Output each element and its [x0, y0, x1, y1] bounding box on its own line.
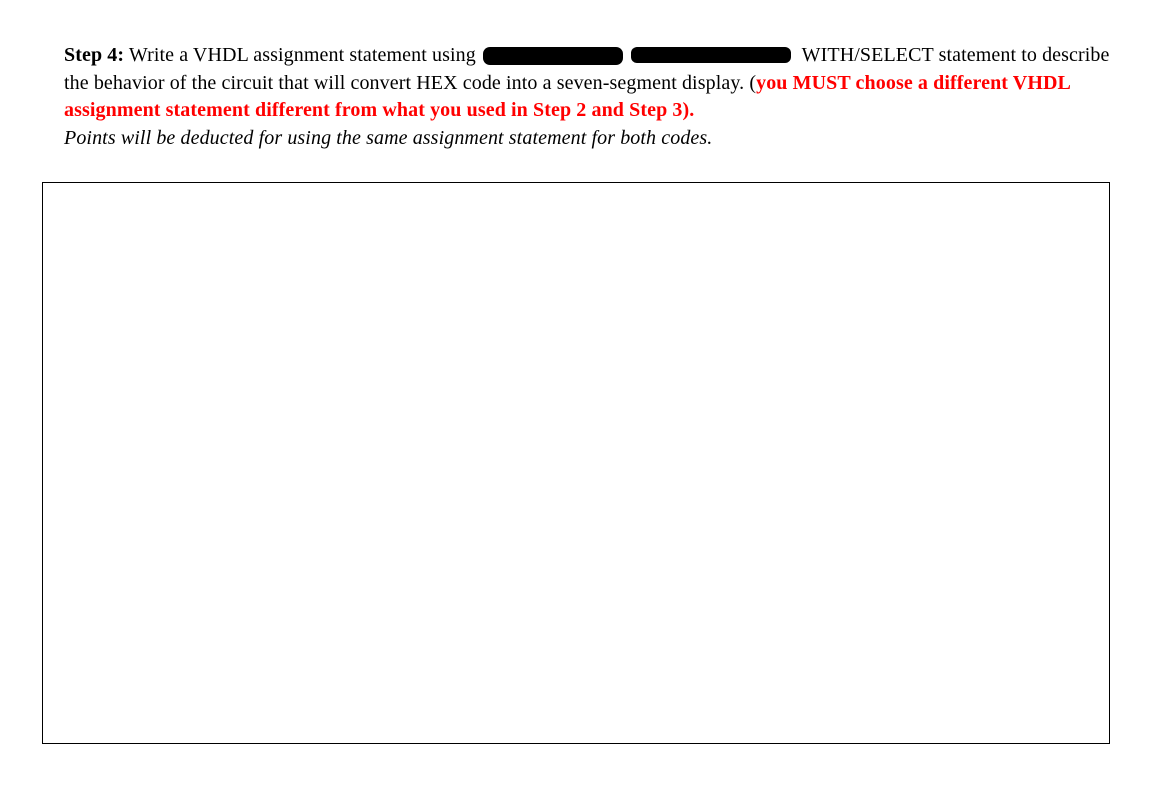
prompt-text-1: Write a VHDL assignment statement using [124, 44, 476, 66]
redaction-mark-1 [483, 47, 623, 65]
redaction-mark-2 [631, 47, 791, 63]
step-label: Step 4: [64, 44, 124, 66]
answer-box[interactable] [42, 182, 1110, 744]
prompt-italic-note: Points will be deducted for using the sa… [64, 127, 712, 149]
worksheet-page: Step 4: Write a VHDL assignment statemen… [0, 0, 1170, 764]
step4-prompt: Step 4: Write a VHDL assignment statemen… [64, 42, 1120, 152]
